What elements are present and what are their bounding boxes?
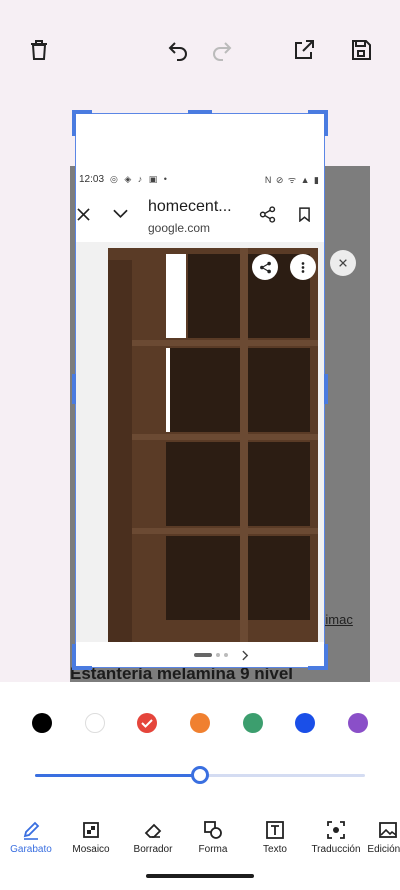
brush-size-knob[interactable] xyxy=(191,766,209,784)
color-swatch[interactable] xyxy=(85,713,105,733)
tool-label: Forma xyxy=(198,844,228,855)
crop-handle-top[interactable] xyxy=(188,110,212,114)
editing-tools-panel: Garabato Mosaico Borrador Forma Texto Traducc… xyxy=(0,682,400,890)
edit-canvas[interactable]: Estantería melamina 9 nivel Socimac 12:0… xyxy=(0,100,400,682)
tool-garabato[interactable]: Garabato xyxy=(0,820,62,860)
color-swatch[interactable] xyxy=(32,713,52,733)
mosaic-icon xyxy=(83,822,99,838)
tool-borrador[interactable]: Borrador xyxy=(122,820,184,860)
image-share-icon xyxy=(252,254,278,280)
site-title: homecent... xyxy=(148,198,232,215)
crop-region[interactable]: 12:03 ◎ ◈ ♪ ▣ • N ⊘ ᯤ ▲ ▮ homecent... go… xyxy=(76,114,324,667)
crop-handle-right[interactable] xyxy=(324,374,328,404)
pager-dot-active xyxy=(194,653,212,657)
browser-bar: homecent... google.com xyxy=(76,192,324,242)
crop-handle-top-left[interactable] xyxy=(72,110,76,136)
carousel-pager xyxy=(76,642,324,667)
redo-icon[interactable] xyxy=(208,36,236,64)
tool-label: Garabato xyxy=(10,844,52,855)
color-swatch[interactable] xyxy=(190,713,210,733)
share-icon xyxy=(258,204,276,224)
color-swatch[interactable] xyxy=(348,713,368,733)
status-icons: ◎ ◈ ♪ ▣ • xyxy=(110,173,169,184)
image-close-button xyxy=(330,250,356,276)
bookmark-icon xyxy=(296,204,312,224)
tool-edición-a[interactable]: Edición a xyxy=(357,820,400,860)
close-icon xyxy=(76,204,90,224)
shape-icon xyxy=(204,821,222,839)
image-edit-icon xyxy=(379,822,397,838)
crop-handle-bottom-left[interactable] xyxy=(72,666,92,670)
status-time: 12:03 xyxy=(79,173,105,185)
image-more-icon xyxy=(290,254,316,280)
color-swatch[interactable] xyxy=(295,713,315,733)
undo-icon[interactable] xyxy=(164,36,192,64)
trash-icon[interactable] xyxy=(25,36,53,64)
bookshelf-image xyxy=(76,242,324,642)
chevron-down-icon xyxy=(112,204,128,224)
blank-area xyxy=(76,114,324,166)
tool-mosaico[interactable]: Mosaico xyxy=(60,820,122,860)
crop-handle-top-right[interactable] xyxy=(324,110,328,136)
pager-dot xyxy=(224,653,228,657)
pager-dot xyxy=(216,653,220,657)
color-swatch[interactable] xyxy=(243,713,263,733)
check-icon xyxy=(141,719,153,728)
site-url: google.com xyxy=(148,221,211,235)
save-icon[interactable] xyxy=(347,36,375,64)
color-swatch[interactable] xyxy=(137,713,157,733)
pen-icon xyxy=(23,821,40,840)
crop-handle-bottom-right[interactable] xyxy=(308,666,328,670)
tool-label: Edición a xyxy=(367,844,400,855)
brush-size-fill xyxy=(35,774,200,777)
open-external-icon[interactable] xyxy=(290,36,318,64)
tool-label: Texto xyxy=(263,844,287,855)
eraser-icon xyxy=(144,823,162,838)
top-action-bar xyxy=(0,0,400,100)
status-right-icons: N ⊘ ᯤ ▲ ▮ xyxy=(264,175,320,185)
crop-handle-left[interactable] xyxy=(72,374,76,404)
tool-label: Borrador xyxy=(133,844,173,855)
gesture-bar xyxy=(146,874,254,878)
text-icon xyxy=(266,821,284,839)
status-bar: 12:03 ◎ ◈ ♪ ▣ • N ⊘ ᯤ ▲ ▮ xyxy=(76,166,324,192)
tool-texto[interactable]: Texto xyxy=(244,820,306,860)
tool-label: Mosaico xyxy=(72,844,110,855)
product-image xyxy=(76,242,324,642)
chevron-right-icon xyxy=(242,648,249,666)
tool-forma[interactable]: Forma xyxy=(182,820,244,860)
translate-icon xyxy=(327,821,345,839)
